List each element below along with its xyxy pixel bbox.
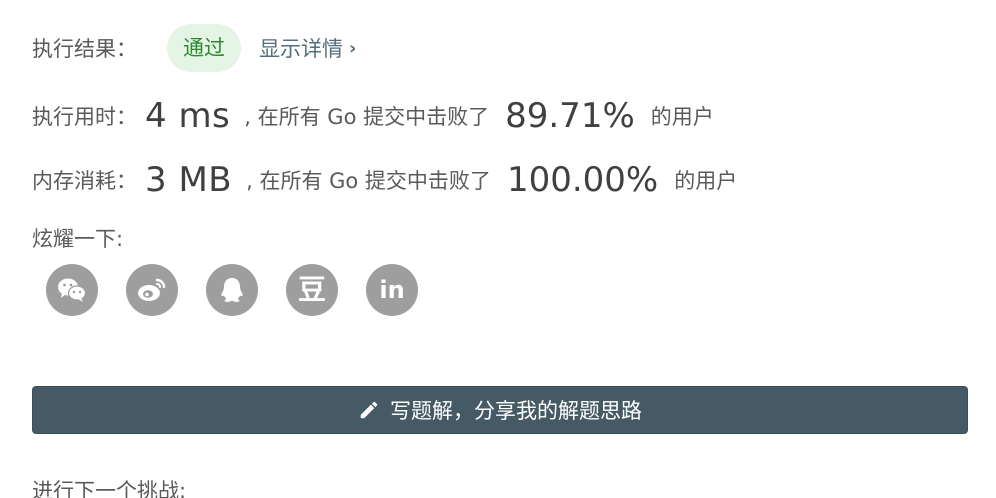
- wechat-icon: [57, 277, 87, 303]
- share-linkedin-button[interactable]: in: [366, 264, 418, 316]
- pencil-icon: [358, 399, 380, 421]
- memory-value: 3 MB: [145, 160, 233, 200]
- share-qq-button[interactable]: [206, 264, 258, 316]
- memory-percent: 100.00%: [506, 160, 659, 200]
- share-row: 炫耀一下:: [32, 222, 123, 254]
- write-solution-button[interactable]: 写题解，分享我的解题思路: [32, 386, 968, 434]
- share-wechat-button[interactable]: [46, 264, 98, 316]
- next-challenge-label: 进行下一个挑战:: [32, 479, 187, 498]
- douban-icon: 豆: [297, 273, 326, 306]
- runtime-tail-text: 的用户: [650, 105, 714, 129]
- memory-label: 内存消耗：: [32, 169, 137, 193]
- runtime-comparison-text: , 在所有 Go 提交中击败了: [244, 105, 490, 129]
- linkedin-icon: in: [379, 276, 405, 304]
- share-icons: 豆 in: [46, 264, 418, 316]
- runtime-row: 执行用时： 4 ms , 在所有 Go 提交中击败了 89.71% 的用户: [32, 94, 714, 138]
- memory-comparison-text: , 在所有 Go 提交中击败了: [246, 169, 491, 193]
- memory-row: 内存消耗： 3 MB , 在所有 Go 提交中击败了 100.00% 的用户: [32, 158, 737, 202]
- result-label: 执行结果：: [32, 37, 137, 61]
- weibo-icon: [137, 277, 167, 303]
- result-row: 执行结果： 通过 显示详情 ›: [32, 24, 356, 72]
- runtime-percent: 89.71%: [505, 96, 635, 136]
- share-label: 炫耀一下:: [32, 227, 124, 251]
- submission-result-panel: 执行结果： 通过 显示详情 › 执行用时： 4 ms , 在所有 Go 提交中击…: [0, 0, 996, 498]
- qq-icon: [219, 276, 245, 304]
- chevron-right-icon: ›: [349, 37, 357, 59]
- write-solution-label: 写题解，分享我的解题思路: [390, 399, 642, 423]
- runtime-label: 执行用时：: [32, 105, 137, 129]
- show-details-link[interactable]: 显示详情 ›: [259, 33, 356, 63]
- share-weibo-button[interactable]: [126, 264, 178, 316]
- memory-tail-text: 的用户: [674, 169, 738, 193]
- show-details-label: 显示详情: [259, 37, 343, 61]
- share-douban-button[interactable]: 豆: [286, 264, 338, 316]
- next-challenge-row: 进行下一个挑战:: [32, 474, 186, 498]
- status-badge: 通过: [167, 24, 241, 72]
- runtime-value: 4 ms: [145, 96, 231, 136]
